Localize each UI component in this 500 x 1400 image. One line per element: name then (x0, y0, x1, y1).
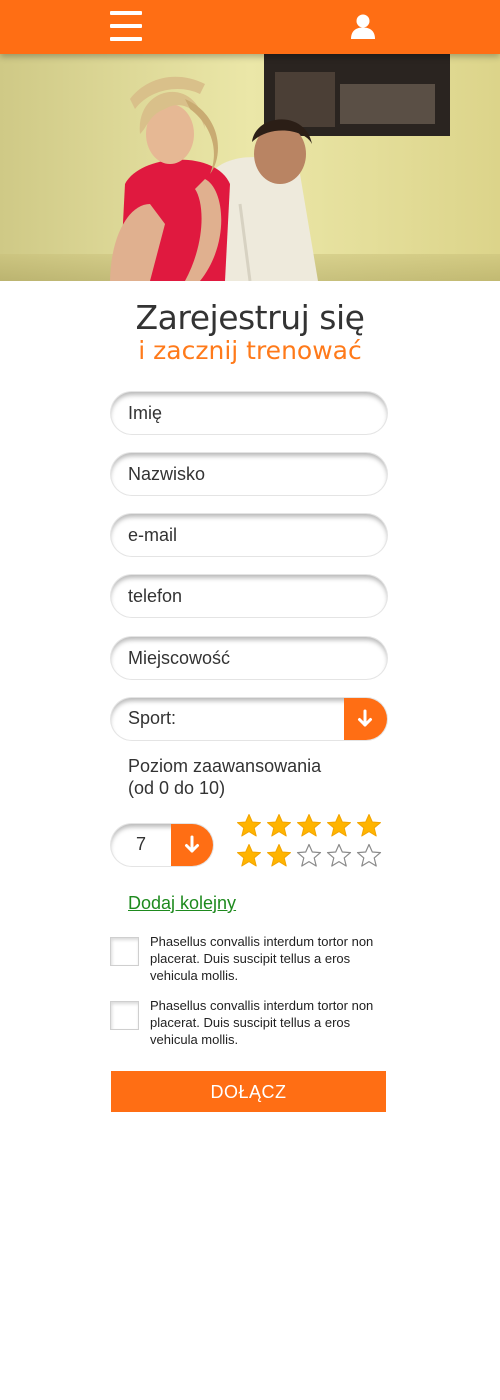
level-label: Poziom zaawansowania (od 0 do 10) (128, 755, 321, 799)
page-title: Zarejestruj się (135, 298, 365, 337)
city-field (111, 637, 387, 679)
consent-checkbox-2[interactable] (110, 1001, 139, 1030)
level-label-line1: Poziom zaawansowania (128, 756, 322, 776)
join-button[interactable]: DOŁĄCZ (111, 1071, 386, 1112)
star-filled-icon[interactable] (236, 843, 262, 869)
star-filled-icon[interactable] (236, 813, 262, 839)
last-name-field (111, 453, 387, 495)
level-stepper[interactable]: 7 (111, 824, 213, 866)
add-another-link[interactable]: Dodaj kolejny (128, 893, 236, 914)
star-filled-icon[interactable] (266, 843, 292, 869)
star-empty-icon[interactable] (356, 843, 382, 869)
user-icon[interactable] (349, 13, 377, 39)
hero-image (0, 54, 500, 281)
star-empty-icon[interactable] (326, 843, 352, 869)
star-empty-icon[interactable] (296, 843, 322, 869)
first-name-input[interactable] (111, 392, 387, 434)
first-name-field (111, 392, 387, 434)
consent-text-2: Phasellus convallis interdum tortor non … (150, 998, 374, 1047)
sport-dropdown-button[interactable] (344, 698, 387, 740)
email-input[interactable] (111, 514, 387, 556)
phone-field (111, 575, 387, 617)
top-bar (0, 0, 500, 54)
email-field (111, 514, 387, 556)
level-value: 7 (135, 834, 146, 854)
page-subtitle: i zacznij trenować (138, 336, 362, 365)
dancing-couple-photo (0, 54, 500, 281)
level-label-line2: (od 0 do 10) (128, 778, 226, 798)
consent-text-1: Phasellus convallis interdum tortor non … (150, 934, 374, 983)
hamburger-menu-icon[interactable] (108, 9, 144, 43)
star-filled-icon[interactable] (356, 813, 382, 839)
star-filled-icon[interactable] (266, 813, 292, 839)
star-filled-icon[interactable] (296, 813, 322, 839)
star-filled-icon[interactable] (326, 813, 352, 839)
arrow-down-icon (358, 709, 372, 727)
sport-select-label: Sport: (128, 708, 177, 728)
level-rating-stars[interactable] (236, 813, 386, 873)
sport-select[interactable]: Sport: (111, 698, 387, 740)
phone-input[interactable] (111, 575, 387, 617)
consent-checkbox-1[interactable] (110, 937, 139, 966)
city-input[interactable] (111, 637, 387, 679)
arrow-down-icon (185, 835, 199, 853)
level-dropdown-button[interactable] (171, 824, 213, 866)
last-name-input[interactable] (111, 453, 387, 495)
